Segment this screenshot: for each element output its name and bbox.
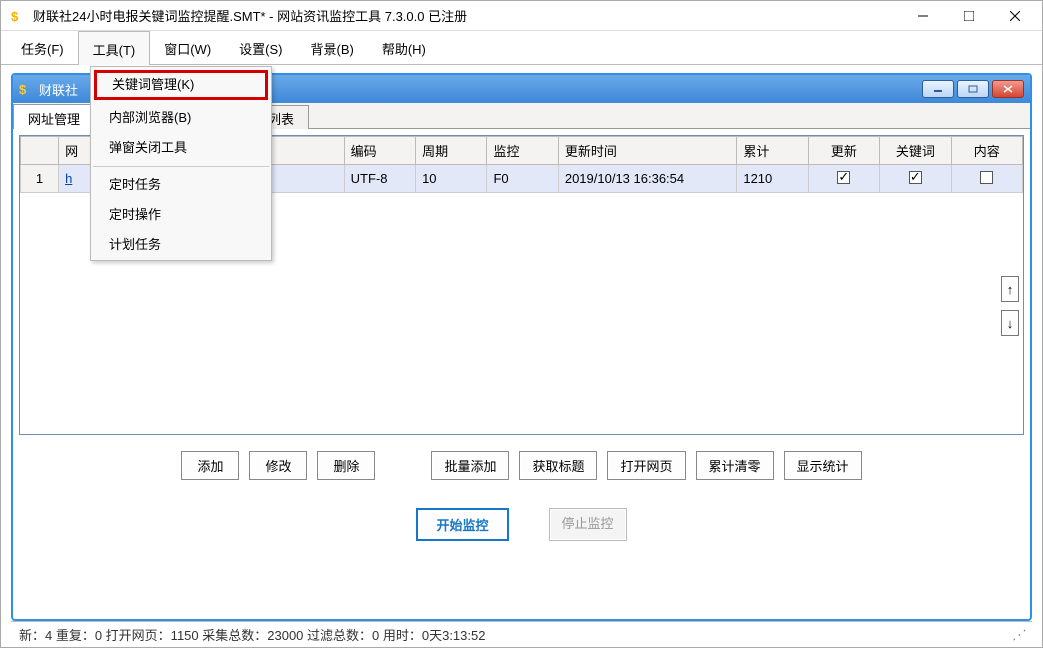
menu-background[interactable]: 背景(B) [297,31,368,64]
col-update-time[interactable]: 更新时间 [558,137,737,165]
cell-rownum: 1 [21,165,59,193]
menu-task[interactable]: 任务(F) [7,31,78,64]
col-rownum[interactable] [21,137,59,165]
mdi-title-prefix: 财联社 [39,83,78,98]
col-content-chk[interactable]: 内容 [951,137,1022,165]
menubar: 任务(F) 工具(T) 窗口(W) 设置(S) 背景(B) 帮助(H) [1,31,1042,65]
menu-tools[interactable]: 工具(T) [78,31,151,65]
cell-monitor: F0 [487,165,558,193]
mdi-window-buttons [922,80,1024,98]
open-page-button[interactable]: 打开网页 [607,451,685,480]
col-encoding[interactable]: 编码 [344,137,415,165]
button-row-1: 添加 修改 删除 批量添加 获取标题 打开网页 累计清零 显示统计 [13,441,1030,490]
show-stats-button[interactable]: 显示统计 [784,451,862,480]
cell-period: 10 [416,165,487,193]
menu-internal-browser[interactable]: 内部浏览器(B) [91,103,271,133]
add-button[interactable]: 添加 [181,451,239,480]
cell-content-chk [951,165,1022,193]
reset-count-button[interactable]: 累计清零 [696,451,774,480]
menu-help[interactable]: 帮助(H) [368,31,440,64]
svg-text:$: $ [11,9,19,24]
checkbox-keyword[interactable] [909,171,922,184]
mdi-close-button[interactable] [992,80,1024,98]
cell-encoding: UTF-8 [344,165,415,193]
menu-keyword-manage[interactable]: 关键词管理(K) [94,70,268,100]
app-icon: $ [11,8,27,24]
outer-titlebar: $ 财联社24小时电报关键词监控提醒.SMT* - 网站资讯监控工具 7.3.0… [1,1,1042,31]
window-buttons [900,1,1038,31]
col-update-chk[interactable]: 更新 [808,137,879,165]
menu-popup-close-tool[interactable]: 弹窗关闭工具 [91,133,271,163]
checkbox-content[interactable] [980,171,993,184]
move-down-button[interactable]: ↓ [1001,310,1019,336]
delete-button[interactable]: 删除 [317,451,375,480]
start-monitor-button[interactable]: 开始监控 [416,508,508,541]
button-row-2: 开始监控 停止监控 [13,490,1030,563]
cell-accum: 1210 [737,165,808,193]
status-text: 新：4 重复：0 打开网页：1150 采集总数：23000 过滤总数：0 用时：… [19,625,485,644]
edit-button[interactable]: 修改 [249,451,307,480]
col-accum[interactable]: 累计 [737,137,808,165]
col-period[interactable]: 周期 [416,137,487,165]
col-keyword-chk[interactable]: 关键词 [880,137,951,165]
svg-text:$: $ [19,82,27,96]
close-button[interactable] [992,1,1038,31]
menu-settings[interactable]: 设置(S) [225,31,296,64]
menu-scheduled-task[interactable]: 定时任务 [91,170,271,200]
menu-scheduled-action[interactable]: 定时操作 [91,200,271,230]
statusbar: 新：4 重复：0 打开网页：1150 采集总数：23000 过滤总数：0 用时：… [11,621,1032,647]
tab-url-manage[interactable]: 网址管理 [13,104,95,129]
tools-dropdown: 关键词管理(K) 内部浏览器(B) 弹窗关闭工具 定时任务 定时操作 计划任务 [90,66,272,261]
menu-plan-task[interactable]: 计划任务 [91,230,271,260]
fetch-title-button[interactable]: 获取标题 [519,451,597,480]
cell-update-chk [808,165,879,193]
cell-time: 2019/10/13 16:36:54 [558,165,737,193]
reorder-arrows: ↑ ↓ [1001,276,1019,336]
maximize-button[interactable] [946,1,992,31]
mdi-maximize-button[interactable] [957,80,989,98]
menu-window[interactable]: 窗口(W) [150,31,225,64]
menu-separator [93,166,269,167]
cell-keyword-chk [880,165,951,193]
resize-grip-icon[interactable]: ⋰ [1012,627,1026,643]
move-up-button[interactable]: ↑ [1001,276,1019,302]
window-title: 财联社24小时电报关键词监控提醒.SMT* - 网站资讯监控工具 7.3.0.0… [33,6,900,25]
stop-monitor-button: 停止监控 [549,508,627,541]
checkbox-update[interactable] [837,171,850,184]
mdi-minimize-button[interactable] [922,80,954,98]
col-monitor[interactable]: 监控 [487,137,558,165]
batch-add-button[interactable]: 批量添加 [431,451,509,480]
minimize-button[interactable] [900,1,946,31]
mdi-icon: $ [19,82,33,96]
